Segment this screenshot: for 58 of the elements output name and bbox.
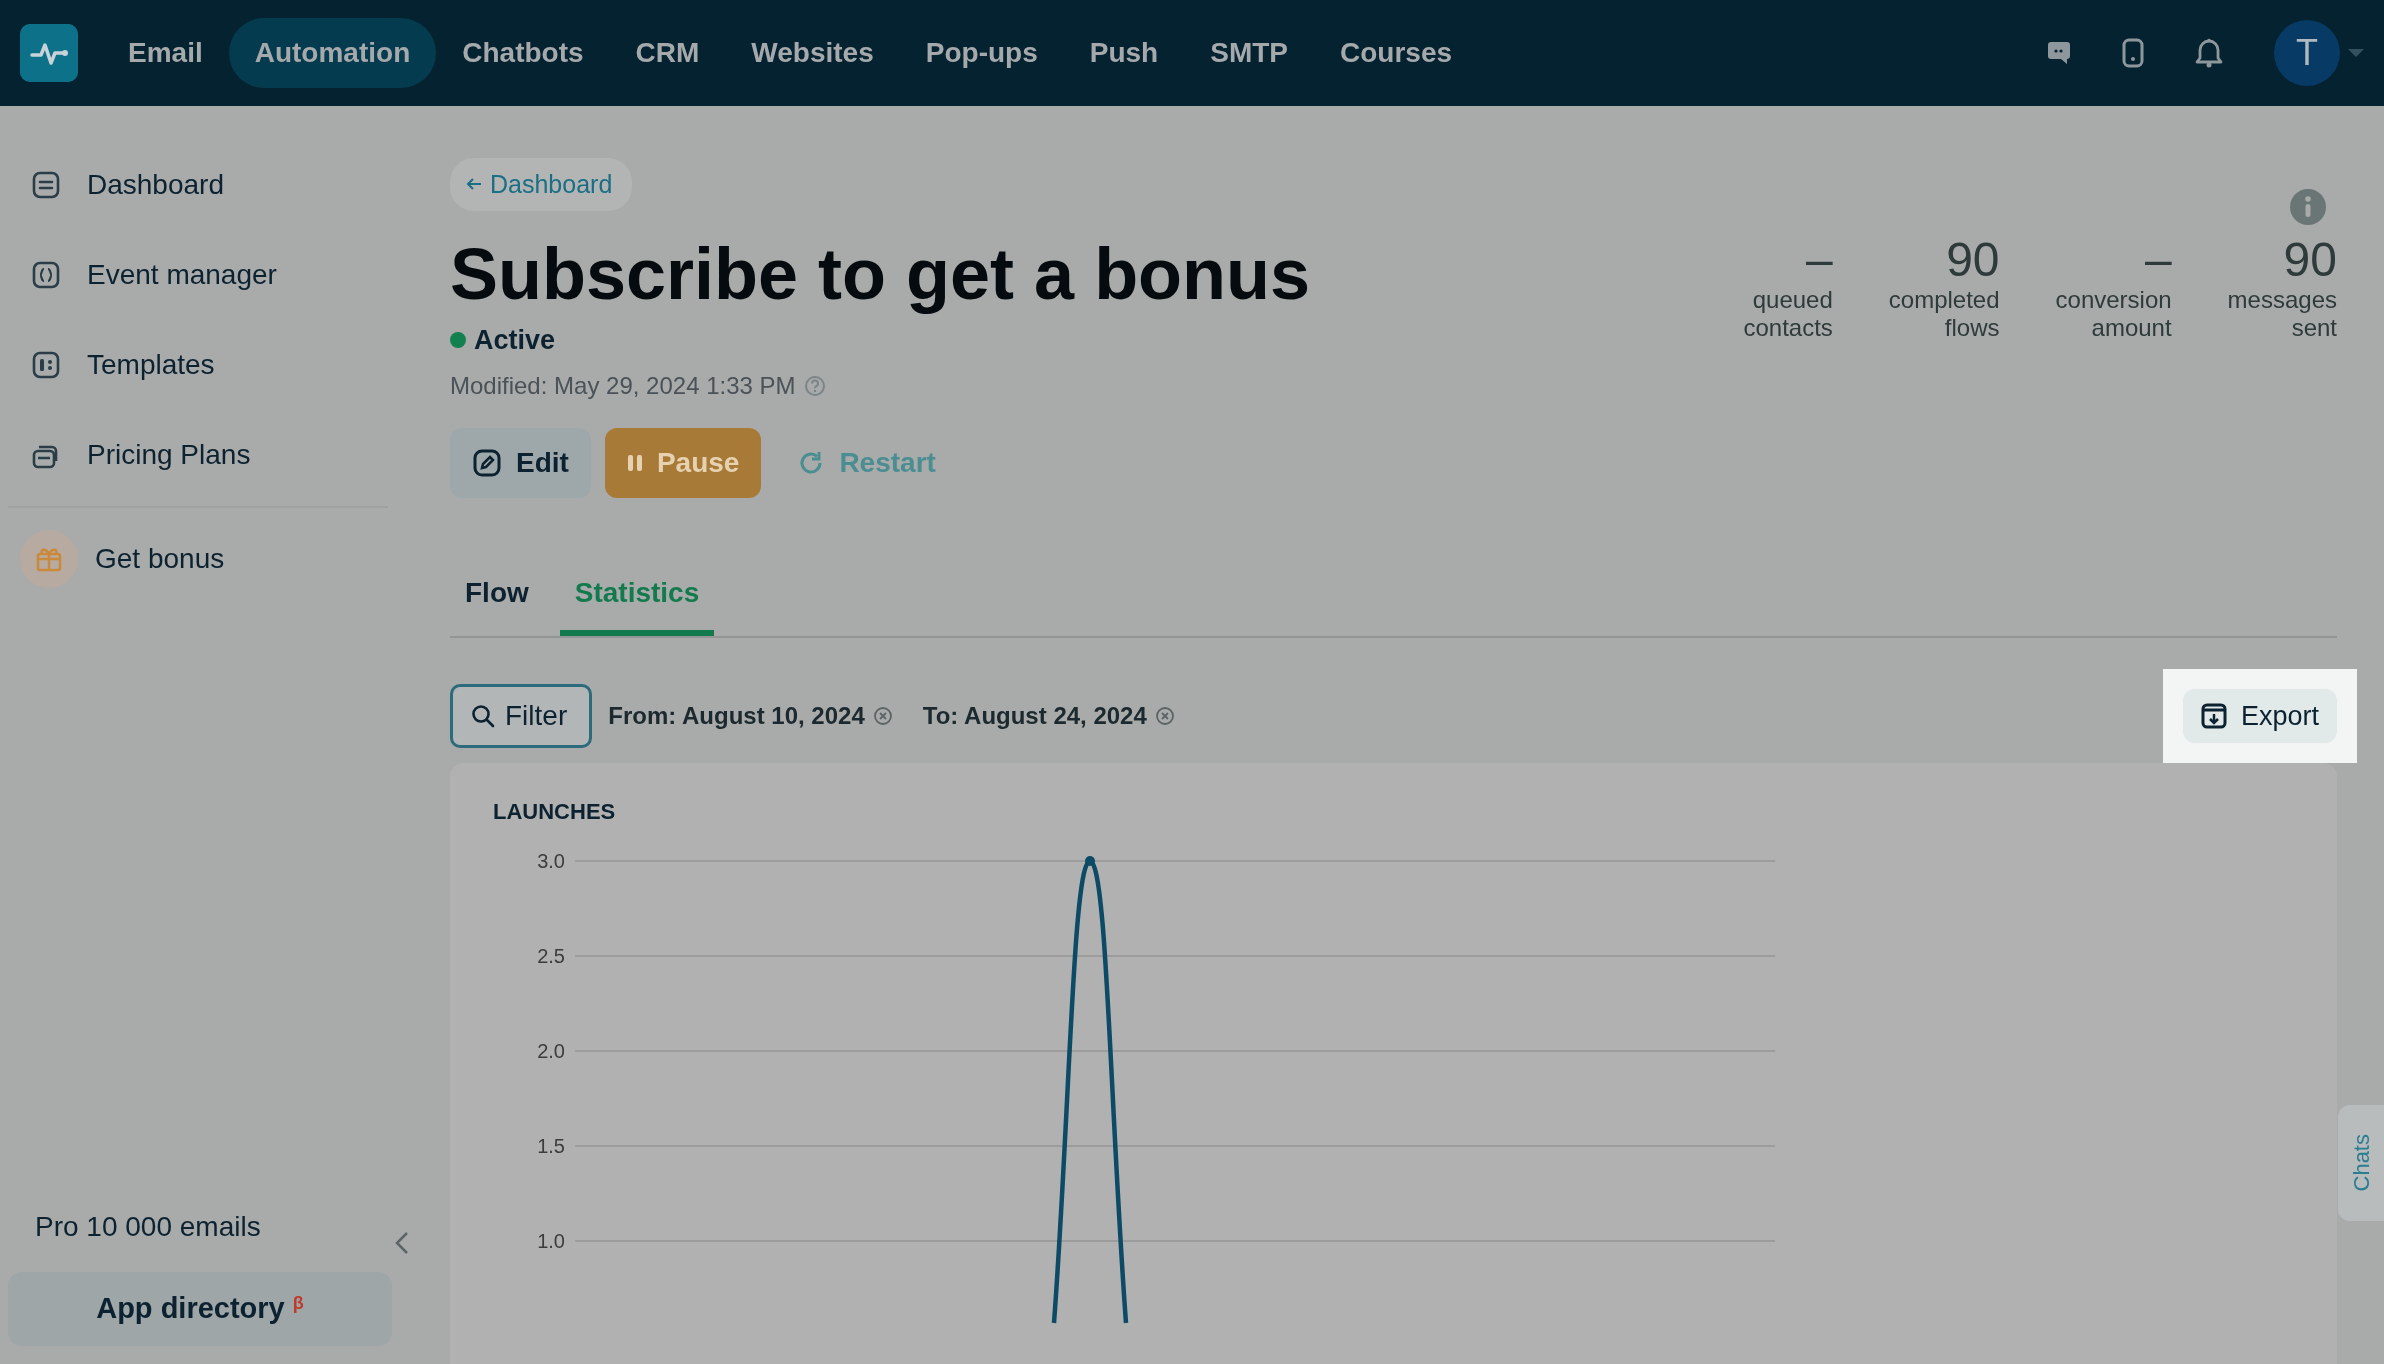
- nav-tab[interactable]: Chatbots: [436, 18, 610, 88]
- date-filter-label: From: August 10, 2024: [608, 701, 865, 732]
- tab[interactable]: Flow: [450, 558, 544, 637]
- stat-value: 90: [2283, 233, 2337, 287]
- download-icon: [2200, 702, 2227, 731]
- sidebar-item-icon: [32, 260, 60, 289]
- phone-icon[interactable]: [2122, 37, 2144, 68]
- stat-value: –: [2144, 233, 2172, 287]
- chart-title: LAUNCHES: [492, 798, 617, 827]
- caret-icon[interactable]: [2348, 47, 2364, 58]
- status-label: Active: [474, 323, 556, 357]
- logo-icon[interactable]: [20, 23, 78, 82]
- plan-label: Pro 10 000 emails: [34, 1210, 262, 1244]
- axis-tick-label: 2.0: [537, 1040, 565, 1063]
- chat-bubble-icon[interactable]: [2046, 39, 2072, 66]
- search-icon: [471, 704, 495, 729]
- get-bonus-item[interactable]: Get bonus: [8, 513, 420, 604]
- app-directory-button[interactable]: App directory $^{β}$: [8, 1272, 392, 1346]
- stat-label: completed flows: [1888, 286, 2000, 342]
- axis-tick-label: 1.0: [537, 1230, 565, 1253]
- edit-icon: [472, 448, 502, 479]
- modified-date: Modified: May 29, 2024 1:33 PM: [450, 371, 796, 402]
- axis-tick-label: 3.0: [537, 850, 565, 873]
- nav-tab[interactable]: Email: [102, 18, 229, 88]
- filter-button[interactable]: Filter: [450, 684, 593, 749]
- nav-tab[interactable]: Push: [1063, 18, 1185, 88]
- status-dot: [450, 332, 466, 349]
- clear-icon[interactable]: [1154, 706, 1175, 727]
- sidebar-item-icon: [32, 350, 60, 379]
- sidebar-item[interactable]: Dashboard: [8, 139, 420, 230]
- stat-value: –: [1806, 233, 1833, 287]
- sidebar-item[interactable]: Templates: [8, 319, 420, 410]
- date-filter-label: To: August 24, 2024: [922, 701, 1147, 732]
- nav-tab[interactable]: Automation: [228, 18, 437, 88]
- stat-label: messages sent: [2227, 286, 2337, 342]
- info-icon[interactable]: [2289, 187, 2327, 226]
- axis-tick-label: 2.5: [537, 945, 565, 968]
- nav-tab[interactable]: CRM: [609, 18, 726, 88]
- stat-label: queued contacts: [1743, 286, 1833, 342]
- stat-label: conversion amount: [2055, 286, 2172, 342]
- user-avatar[interactable]: T: [2274, 19, 2340, 86]
- pause-icon: [626, 453, 643, 474]
- sidebar-item[interactable]: Pricing Plans: [8, 409, 420, 500]
- help-icon[interactable]: [803, 375, 826, 398]
- collapse-chevron-icon[interactable]: [394, 1230, 410, 1256]
- nav-tab[interactable]: SMTP: [1184, 18, 1314, 88]
- sidebar-item-icon: [32, 170, 60, 199]
- clear-icon[interactable]: [872, 706, 893, 727]
- nav-tab[interactable]: Courses: [1314, 18, 1479, 88]
- nav-tab[interactable]: Websites: [725, 18, 900, 88]
- bell-icon[interactable]: [2194, 37, 2224, 68]
- stat-value: 90: [1946, 233, 2000, 287]
- nav-tab[interactable]: Pop-ups: [899, 18, 1064, 88]
- edit-button[interactable]: Edit: [450, 428, 591, 499]
- page-title: Subscribe to get a bonus: [450, 233, 1311, 316]
- axis-tick-label: 1.5: [537, 1135, 565, 1158]
- sidebar-item[interactable]: Event manager: [8, 229, 420, 320]
- export-button[interactable]: Export: [2182, 689, 2337, 744]
